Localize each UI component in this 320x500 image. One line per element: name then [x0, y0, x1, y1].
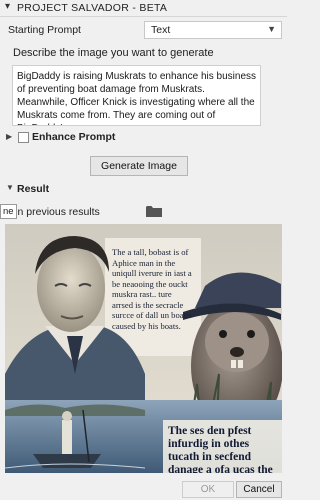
image-caption-2: The ses den pfest infurdig in othes tuca… [168, 425, 273, 473]
tooltip: ne [0, 204, 17, 219]
enhance-prompt-label[interactable]: Enhance Prompt [32, 131, 115, 143]
description-label: Describe the image you want to generate [13, 47, 214, 59]
image-caption-1: The a tall, bobast is of Aphice man in t… [112, 247, 192, 331]
enhance-prompt-row: ▶ Enhance Prompt [0, 130, 287, 146]
starting-prompt-select[interactable]: Text ▼ [144, 21, 282, 39]
ok-button[interactable]: OK [182, 481, 234, 498]
title-bar: ▾ PROJECT SALVADOR - BETA [0, 0, 287, 17]
window-title: PROJECT SALVADOR - BETA [17, 2, 168, 14]
starting-prompt-label: Starting Prompt [8, 24, 81, 36]
chevron-down-icon[interactable]: ▾ [5, 1, 10, 12]
generated-image: The a tall, bobast is of Aphice man in t… [5, 224, 282, 473]
cancel-button[interactable]: Cancel [236, 481, 282, 498]
starting-prompt-value: Text [151, 24, 171, 36]
collapse-triangle-icon[interactable]: ▼ [6, 183, 14, 192]
generate-image-button[interactable]: Generate Image [90, 156, 188, 176]
open-previous-row[interactable]: pen previous results ne [0, 204, 287, 220]
enhance-prompt-checkbox[interactable] [18, 132, 29, 143]
result-header[interactable]: ▼ Result [0, 181, 287, 197]
starting-prompt-row: Starting Prompt Text ▼ [0, 20, 287, 40]
folder-icon[interactable] [146, 205, 162, 217]
description-textarea[interactable]: BigDaddy is raising Muskrats to enhance … [12, 65, 261, 126]
result-label: Result [17, 183, 50, 195]
dropdown-arrow-icon: ▼ [267, 24, 276, 34]
footer: OK Cancel [0, 481, 287, 500]
expand-triangle-icon[interactable]: ▶ [6, 132, 12, 141]
